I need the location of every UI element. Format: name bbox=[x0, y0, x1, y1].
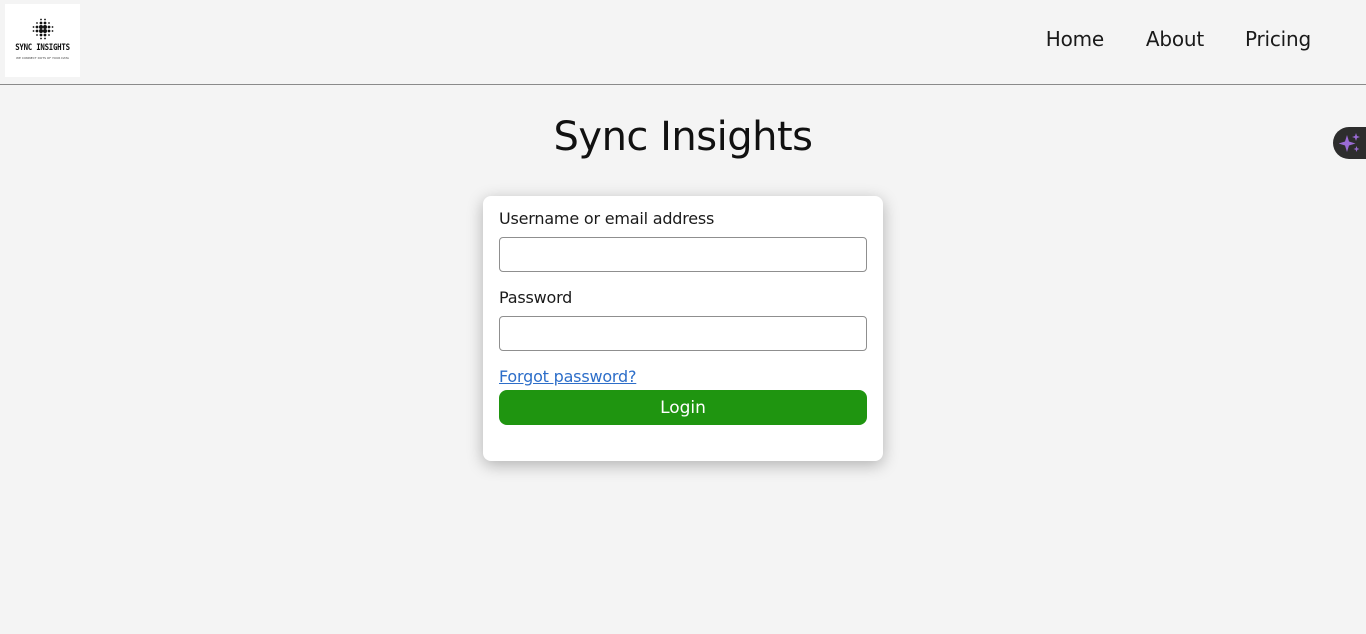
sparkle-icon bbox=[1339, 133, 1360, 152]
logo-tagline: WE CONNECT DOTS OF YOUR DATA bbox=[16, 56, 69, 60]
nav-about[interactable]: About bbox=[1146, 27, 1204, 51]
logo-title: SYNC INSIGHTS bbox=[15, 43, 70, 53]
username-input[interactable] bbox=[499, 237, 867, 272]
forgot-password-link[interactable]: Forgot password? bbox=[499, 367, 636, 386]
site-header: SYNC INSIGHTS WE CONNECT DOTS OF YOUR DA… bbox=[0, 0, 1366, 85]
page-title: Sync Insights bbox=[553, 114, 814, 160]
nav-home[interactable]: Home bbox=[1046, 27, 1104, 51]
password-input[interactable] bbox=[499, 316, 867, 351]
assistant-widget-tab[interactable] bbox=[1333, 127, 1366, 159]
nav-pricing[interactable]: Pricing bbox=[1245, 27, 1311, 51]
username-label: Username or email address bbox=[499, 209, 715, 228]
logo[interactable]: SYNC INSIGHTS WE CONNECT DOTS OF YOUR DA… bbox=[5, 4, 80, 77]
login-form: Username or email address Password Forgo… bbox=[483, 196, 883, 461]
login-button[interactable]: Login bbox=[499, 390, 867, 425]
dots-logo-icon bbox=[32, 18, 54, 40]
password-label: Password bbox=[499, 288, 573, 307]
